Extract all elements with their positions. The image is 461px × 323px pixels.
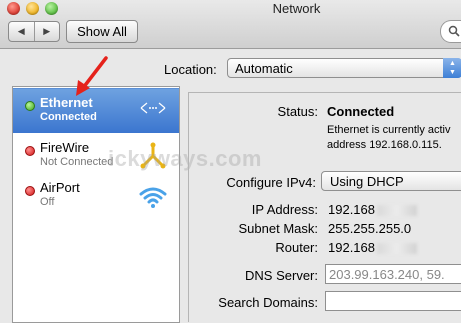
status-description-line-2: address 192.168.0.115. bbox=[327, 139, 442, 151]
service-list: Ethernet Connected FireWire Not Connecte… bbox=[12, 86, 180, 323]
location-select[interactable]: Automatic ▲ ▼ bbox=[227, 58, 461, 78]
window-title: Network bbox=[272, 1, 321, 16]
ip-address-label: IP Address: bbox=[251, 202, 318, 217]
search-icon bbox=[448, 25, 460, 37]
service-item-airport[interactable]: AirPort Off bbox=[13, 174, 179, 218]
window-titlebar: Network ◀ ▶ Show All bbox=[0, 0, 461, 49]
status-dot-icon bbox=[25, 146, 35, 156]
subnet-mask-label: Subnet Mask: bbox=[238, 221, 319, 236]
configure-ipv4-value: Using DHCP bbox=[330, 174, 404, 189]
service-status: Not Connected bbox=[40, 156, 114, 168]
status-label: Status: bbox=[277, 104, 318, 119]
annotation-arrow-icon bbox=[76, 56, 108, 96]
service-status: Off bbox=[40, 196, 55, 208]
service-name: AirPort bbox=[40, 180, 80, 195]
back-forward-control: ◀ ▶ bbox=[8, 21, 60, 42]
service-status: Connected bbox=[40, 111, 97, 123]
dns-server-label: DNS Server: bbox=[245, 268, 318, 283]
status-description-line-1: Ethernet is currently activ bbox=[327, 124, 451, 136]
status-value: Connected bbox=[327, 104, 395, 119]
subnet-mask-value: 255.255.255.0 bbox=[328, 221, 412, 236]
service-name: FireWire bbox=[40, 140, 90, 155]
status-dot-icon bbox=[25, 101, 35, 111]
dns-server-field[interactable]: 203.99.163.240, 59. bbox=[325, 264, 461, 284]
configure-ipv4-select[interactable]: Using DHCP bbox=[321, 171, 461, 191]
router-value: 192.168 bbox=[328, 240, 417, 255]
ethernet-icon bbox=[140, 102, 166, 114]
back-button[interactable]: ◀ bbox=[9, 22, 35, 41]
search-input[interactable] bbox=[440, 20, 461, 43]
location-value: Automatic bbox=[235, 61, 293, 76]
router-label: Router: bbox=[275, 240, 318, 255]
configure-ipv4-label: Configure IPv4: bbox=[226, 175, 316, 190]
status-dot-icon bbox=[25, 186, 35, 196]
airport-icon bbox=[139, 187, 167, 208]
search-domains-field[interactable] bbox=[325, 291, 461, 311]
forward-button[interactable]: ▶ bbox=[35, 22, 60, 41]
location-label: Location: bbox=[164, 62, 217, 77]
ip-address-value: 192.168 bbox=[328, 202, 417, 217]
select-arrows-icon: ▲ ▼ bbox=[443, 58, 461, 78]
show-all-button[interactable]: Show All bbox=[66, 20, 138, 43]
search-domains-label: Search Domains: bbox=[218, 295, 318, 310]
